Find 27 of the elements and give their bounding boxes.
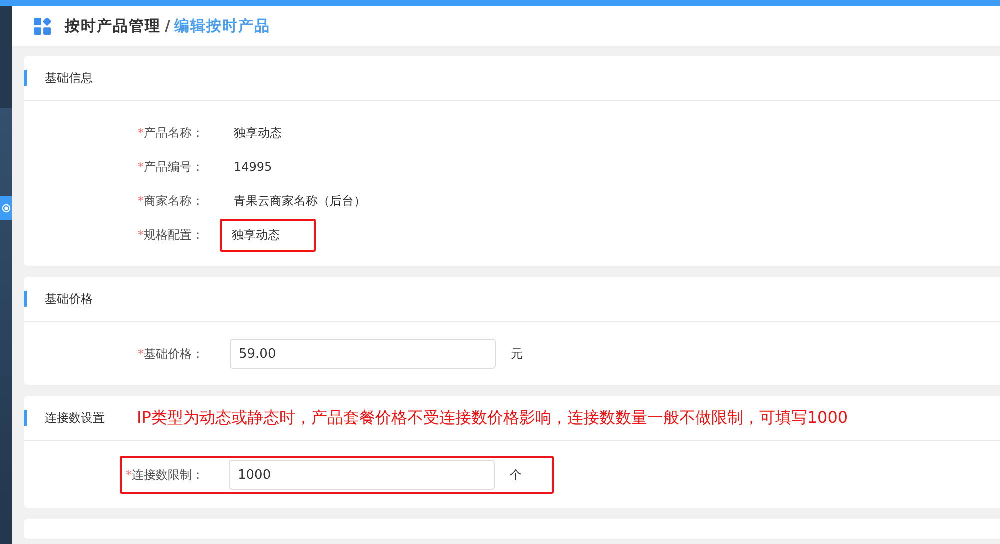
breadcrumb-current: 编辑按时产品 (174, 16, 270, 36)
section-marker (24, 70, 27, 86)
input-field[interactable]: 1000 (229, 460, 495, 490)
section-marker (24, 291, 27, 307)
breadcrumb-parent[interactable]: 按时产品管理 (65, 16, 161, 36)
breadcrumb-separator: / (165, 17, 170, 35)
field-value: 14995 (233, 159, 274, 176)
field-value: 青果云商家名称（后台） (233, 192, 367, 210)
field-label: *规格配置： (137, 226, 204, 244)
field-label: *商家名称： (137, 192, 204, 210)
annotation-note: IP类型为动态或静态时，产品套餐价格不受连接数价格影响，连接数数量一般不做限制，可填写1000 (137, 408, 848, 428)
sidebar-tab[interactable] (0, 196, 12, 220)
section-title: 连接数设置 (45, 410, 105, 426)
field-label: *产品编号： (137, 158, 204, 176)
field-value: 独享动态 (220, 218, 316, 252)
section-marker (24, 410, 27, 426)
field-label: *基础价格： (137, 346, 204, 362)
field-label: *产品名称： (137, 124, 204, 142)
grid-icon (34, 18, 51, 34)
input-field[interactable]: 59.00 (230, 339, 496, 369)
field-value: 独享动态 (233, 124, 283, 142)
section-title: 基础信息 (45, 70, 93, 86)
section-title: 基础价格 (45, 290, 93, 308)
radio-icon (2, 204, 10, 212)
unit-label: 个 (510, 466, 522, 484)
unit-label: 元 (511, 346, 523, 362)
field-label: *连接数限制： (125, 466, 204, 484)
